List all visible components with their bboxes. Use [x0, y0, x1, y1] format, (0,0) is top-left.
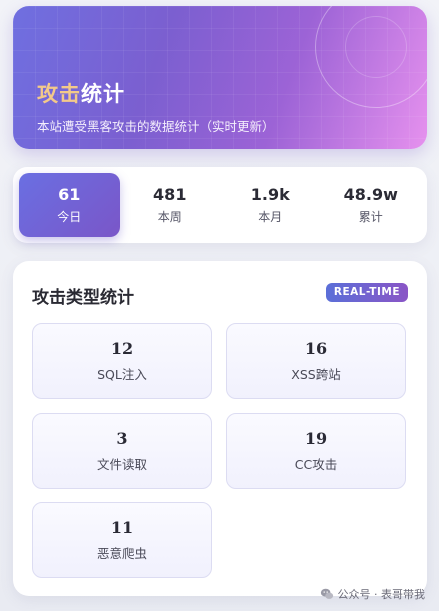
tab-month-label: 本月 [258, 210, 283, 224]
tab-total-label: 累计 [358, 210, 383, 224]
page-subtitle: 本站遭受黑客攻击的数据统计（实时更新） [37, 119, 275, 134]
stat-xss[interactable]: 16 XSS跨站 [226, 323, 406, 399]
tab-total-value: 48.9w [343, 185, 398, 204]
watermark-text: 公众号 · 表哥带我 [337, 588, 426, 601]
period-tabs: 61 今日 481 本周 1.9k 本月 48.9w 累计 [13, 167, 427, 243]
page-title: 攻击统计 [37, 78, 125, 108]
stat-malicious-crawler[interactable]: 11 恶意爬虫 [32, 502, 212, 578]
banner-circle-decoration-small [345, 16, 407, 78]
stat-label: SQL注入 [97, 367, 147, 382]
stat-sql-injection[interactable]: 12 SQL注入 [32, 323, 212, 399]
stat-cc-attack[interactable]: 19 CC攻击 [226, 413, 406, 489]
attack-type-card: 攻击类型统计 REAL-TIME 12 SQL注入 16 XSS跨站 3 文件读… [13, 261, 427, 596]
stat-label: CC攻击 [294, 457, 338, 472]
tab-today-label: 今日 [57, 210, 82, 224]
stat-value: 3 [116, 429, 128, 448]
tab-month[interactable]: 1.9k 本月 [220, 173, 321, 237]
stat-value: 11 [110, 518, 134, 537]
tab-today-value: 61 [58, 185, 81, 204]
wechat-icon [320, 588, 333, 599]
stat-label: 文件读取 [96, 457, 147, 472]
tab-week-value: 481 [153, 185, 187, 204]
tab-total[interactable]: 48.9w 累计 [321, 173, 422, 237]
stat-label: 恶意爬虫 [96, 546, 147, 561]
tab-today[interactable]: 61 今日 [19, 173, 120, 237]
page-title-accent: 攻击 [37, 82, 81, 106]
stat-value: 19 [304, 429, 328, 448]
realtime-badge: REAL-TIME [325, 283, 408, 302]
tab-month-value: 1.9k [250, 185, 290, 204]
stat-label: XSS跨站 [291, 367, 341, 382]
page-title-rest: 统计 [81, 82, 125, 106]
stat-value: 12 [110, 339, 134, 358]
tab-week-label: 本周 [157, 210, 182, 224]
stat-value: 16 [304, 339, 328, 358]
header-banner: 攻击统计 本站遭受黑客攻击的数据统计（实时更新） [13, 6, 427, 149]
page: 攻击统计 本站遭受黑客攻击的数据统计（实时更新） 61 今日 481 本周 1.… [0, 0, 439, 611]
watermark: 公众号 · 表哥带我 [320, 586, 426, 602]
tab-week[interactable]: 481 本周 [120, 173, 221, 237]
card-title: 攻击类型统计 [32, 288, 134, 308]
stat-file-read[interactable]: 3 文件读取 [32, 413, 212, 489]
